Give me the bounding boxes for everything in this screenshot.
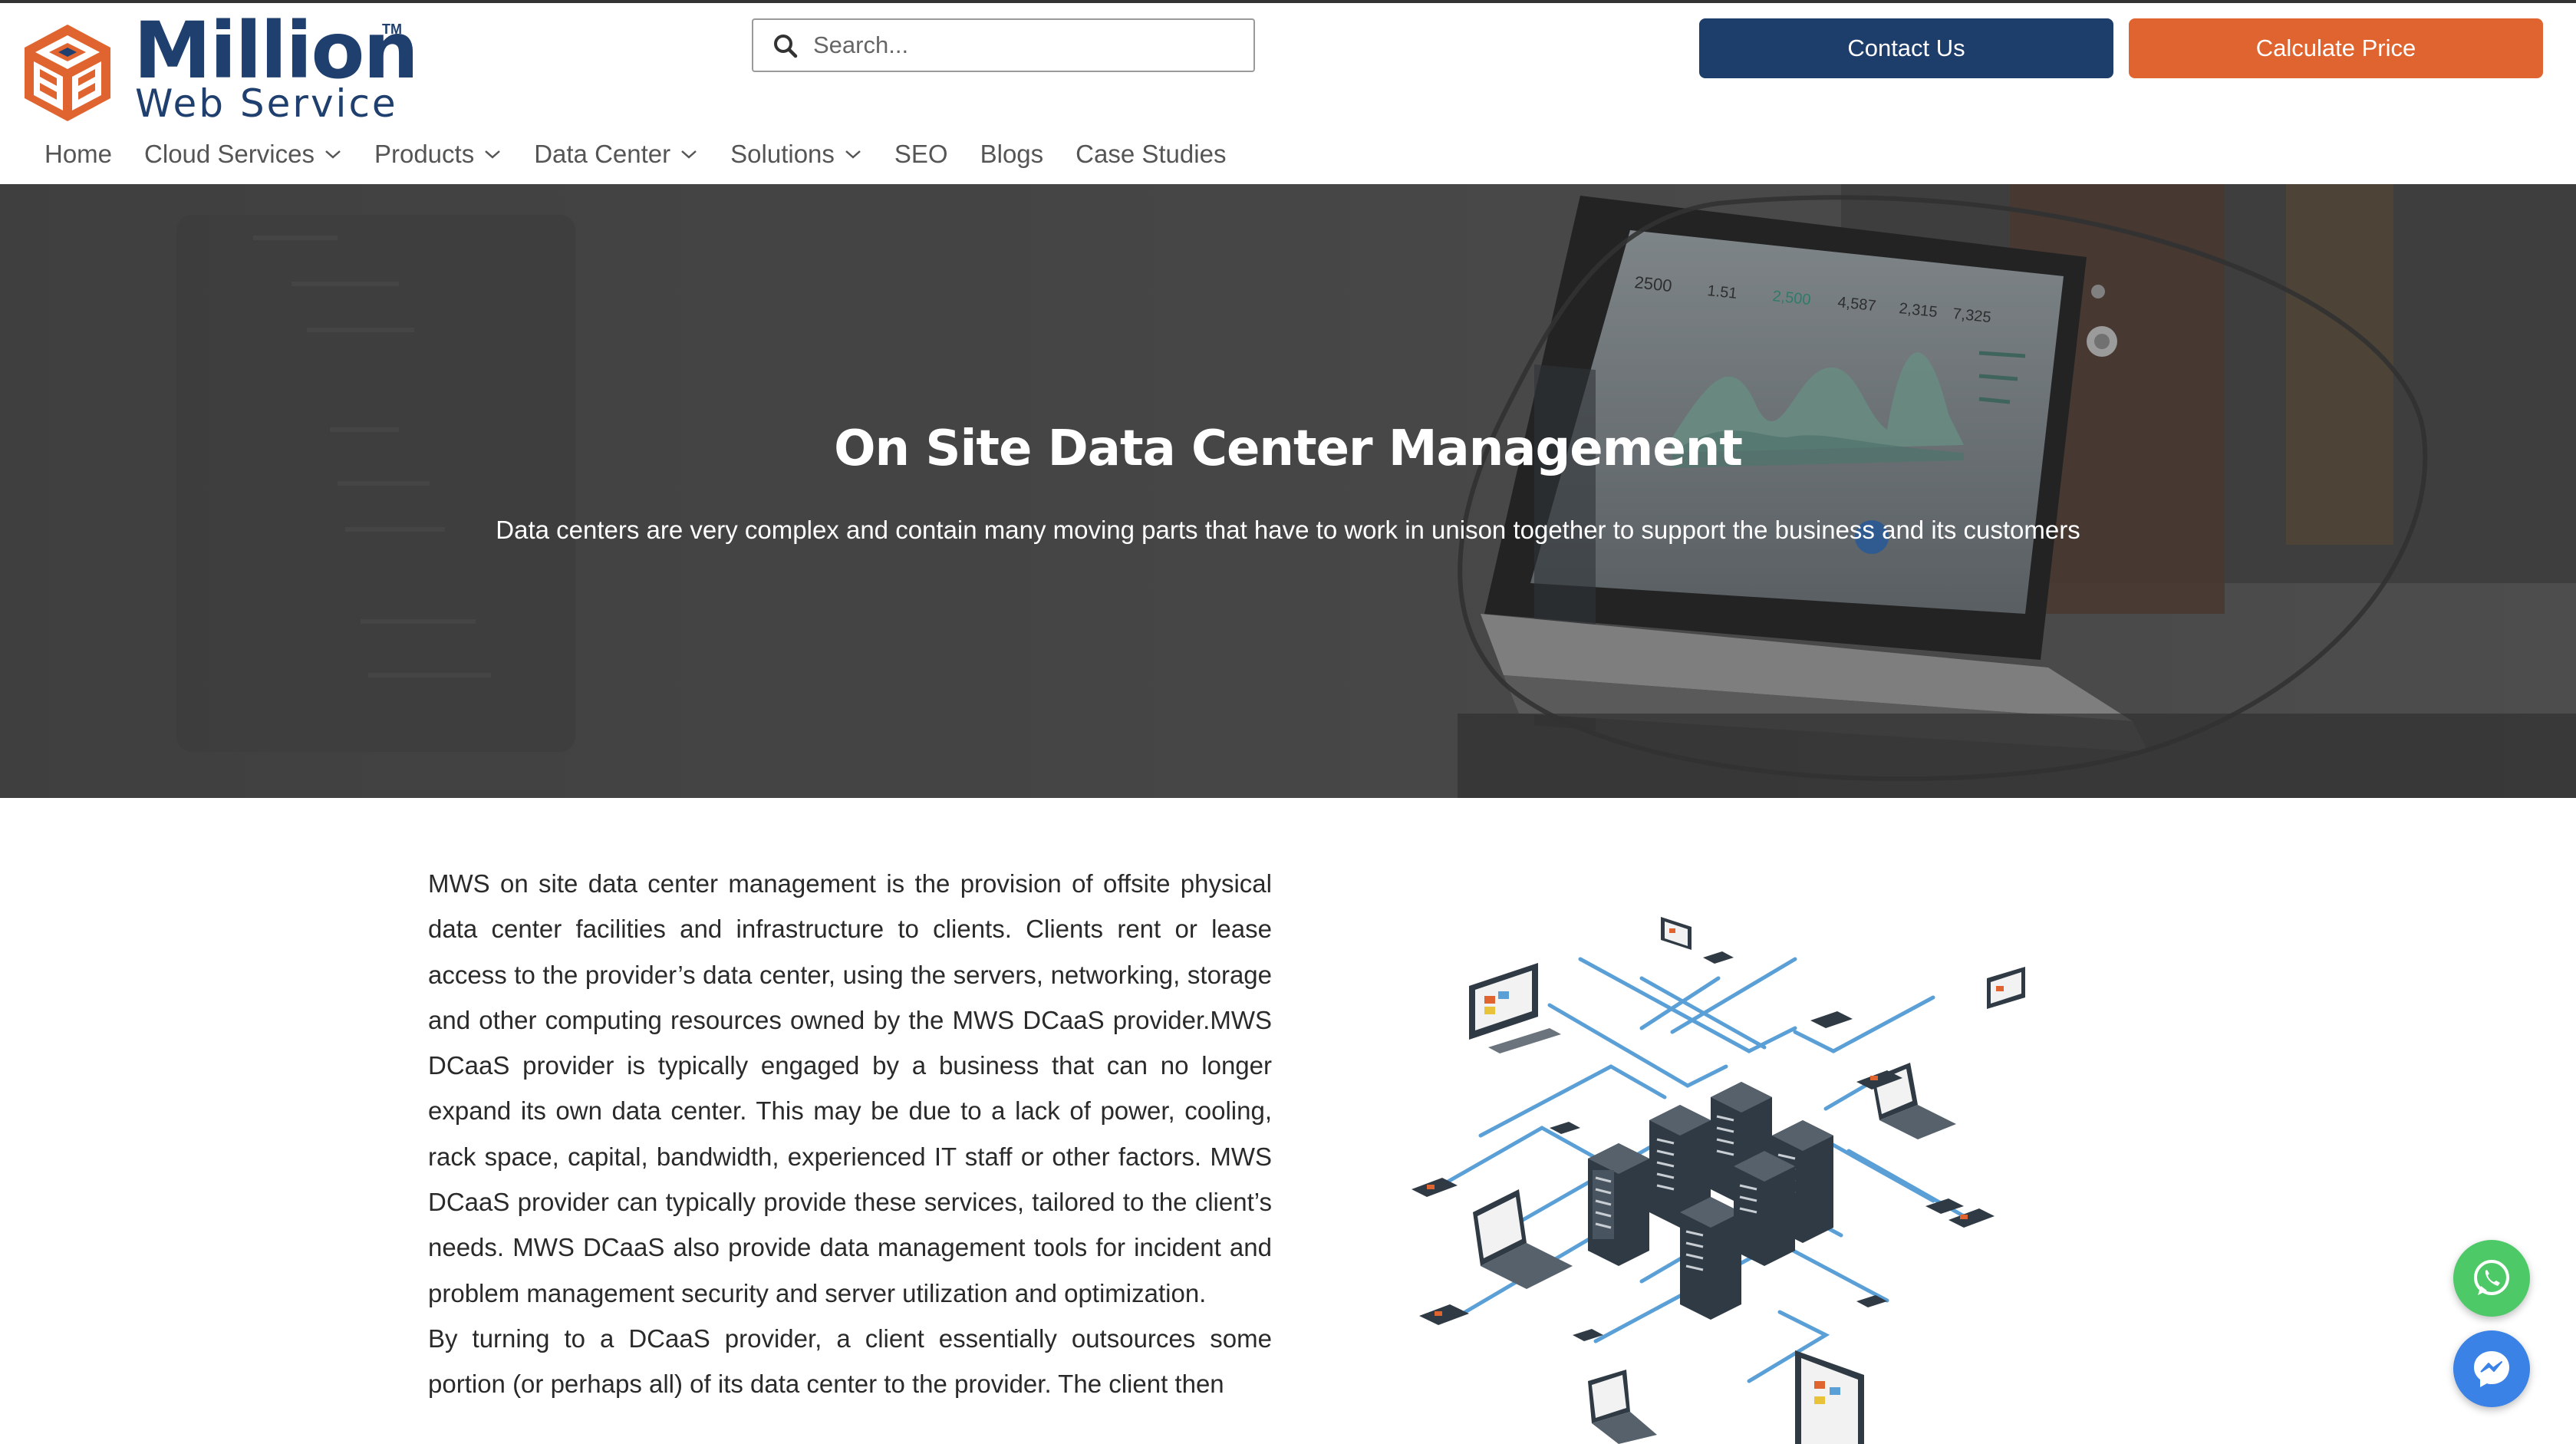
logo[interactable]: Million TM Web Service (21, 12, 420, 126)
chevron-down-icon (485, 150, 501, 159)
calculate-price-button[interactable]: Calculate Price (2129, 18, 2543, 78)
logo-cube-icon (25, 25, 110, 121)
messenger-icon (2474, 1351, 2509, 1387)
nav-item-label: Blogs (980, 140, 1044, 168)
main-content: MWS on site data center management is th… (428, 861, 1272, 1407)
nav-item-solutions[interactable]: Solutions (730, 140, 862, 169)
whatsapp-button[interactable] (2453, 1240, 2530, 1317)
search-icon[interactable] (772, 32, 799, 60)
nav-item-home[interactable]: Home (44, 140, 112, 169)
monitor-icon (1469, 963, 1561, 1053)
chevron-down-icon (325, 150, 341, 159)
laptop-stat: 2500 (1633, 272, 1672, 295)
main-nav: Home Cloud Services Products Data Center… (44, 135, 1258, 173)
nav-item-data-center[interactable]: Data Center (534, 140, 698, 169)
nav-item-cloud-services[interactable]: Cloud Services (144, 140, 342, 169)
body-paragraph: MWS on site data center management is th… (428, 869, 1272, 1307)
messenger-button[interactable] (2453, 1330, 2530, 1407)
logo-trademark: TM (382, 21, 402, 37)
nav-item-label: Solutions (730, 140, 835, 168)
body-paragraph: By turning to a DCaaS provider, a client… (428, 1324, 1272, 1399)
nav-item-label: Cloud Services (144, 140, 315, 168)
nav-item-case-studies[interactable]: Case Studies (1076, 140, 1226, 169)
nav-item-products[interactable]: Products (374, 140, 502, 169)
contact-us-button[interactable]: Contact Us (1699, 18, 2113, 78)
logo-wordmark-web-service: Web Service (135, 81, 398, 126)
nav-item-label: SEO (894, 140, 948, 168)
nav-item-blogs[interactable]: Blogs (980, 140, 1044, 169)
nav-item-label: Products (374, 140, 475, 168)
nav-item-seo[interactable]: SEO (894, 140, 948, 169)
nav-item-label: Data Center (534, 140, 671, 168)
server-rack-icon (1588, 1143, 1649, 1266)
hero-subtitle: Data centers are very complex and contai… (496, 516, 2080, 544)
search-box[interactable] (752, 18, 1255, 72)
chevron-down-icon (681, 150, 697, 159)
laptop-stat: 1.51 (1706, 282, 1738, 302)
site-header: Million TM Web Service Contact Us Calcul… (0, 3, 2576, 184)
data-center-network-illustration (1412, 917, 2025, 1444)
hero-background-image: 2500 1.51 2,500 4,587 2,315 7,325 (0, 184, 2576, 798)
nav-item-label: Home (44, 140, 113, 168)
laptop-icon (1473, 1189, 1573, 1289)
logo-wordmark-million: Million (133, 5, 419, 97)
search-input[interactable] (813, 20, 1243, 71)
hero-banner: 2500 1.51 2,500 4,587 2,315 7,325 On Sit… (0, 184, 2576, 798)
page-title: On Site Data Center Management (834, 420, 1743, 477)
chevron-down-icon (845, 150, 861, 159)
whatsapp-icon (2474, 1260, 2509, 1295)
nav-item-label: Case Studies (1076, 140, 1227, 168)
